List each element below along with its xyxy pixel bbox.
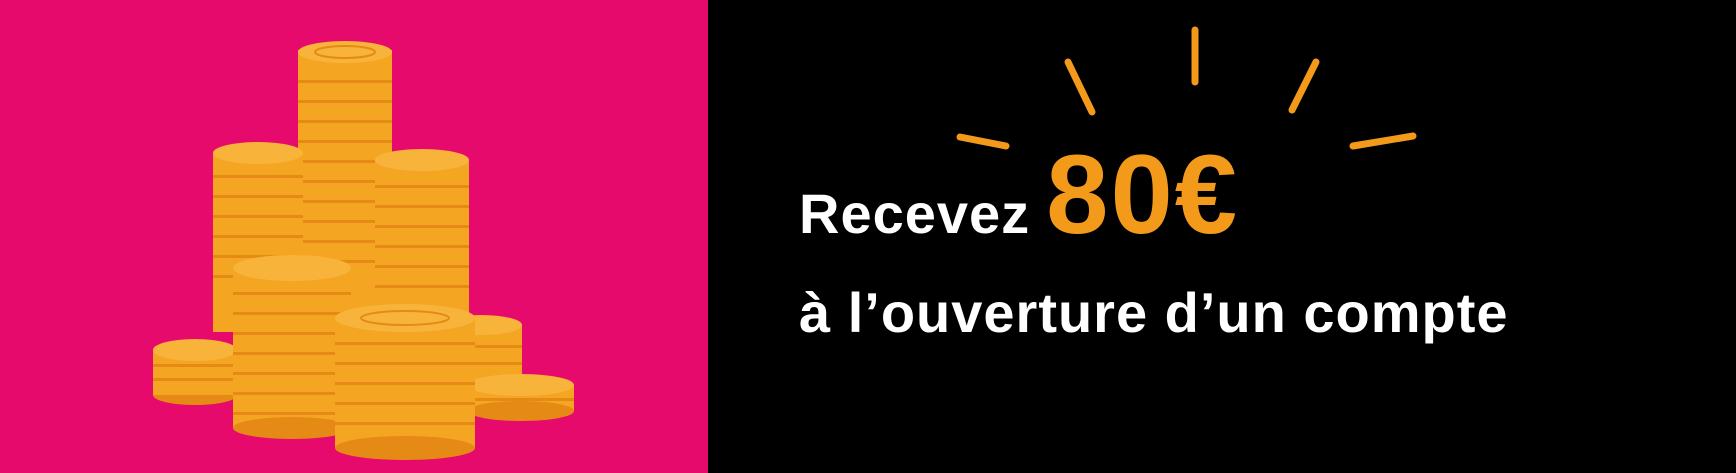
headline-subtitle: à l’ouverture d’un compte xyxy=(799,281,1509,344)
coin-stack-front-left xyxy=(233,255,351,439)
bonus-amount: 80€ xyxy=(1046,132,1240,257)
illustration-panel xyxy=(0,0,708,473)
coin-stack-front-right xyxy=(335,304,475,460)
coin-stack-left-low xyxy=(153,339,237,405)
coin-stack-right-mid xyxy=(375,149,469,330)
headline-intro: Recevez xyxy=(799,182,1031,245)
promo-banner: Recevez 80€ à l’ouverture d’un compte xyxy=(0,0,1736,473)
coin-stacks-icon xyxy=(153,41,574,460)
headline-row: Recevez 80€ xyxy=(799,130,1239,259)
text-panel: Recevez 80€ à l’ouverture d’un compte xyxy=(708,0,1736,473)
